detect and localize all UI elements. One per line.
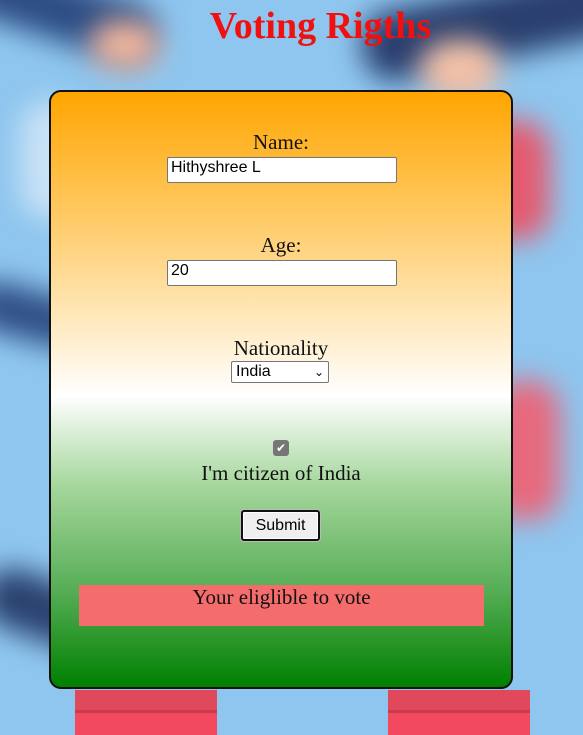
name-input[interactable]: Hithyshree L: [167, 157, 397, 183]
voting-form-card: Name: Hithyshree L Age: 20 Nationality I…: [49, 90, 513, 689]
page-title: Voting Rigths: [209, 5, 432, 47]
checkmark-icon: ✔: [275, 441, 287, 455]
nationality-select[interactable]: India ⌄: [231, 361, 329, 383]
ballot-stand-right: [388, 690, 530, 735]
age-label: Age:: [260, 233, 302, 257]
eligibility-message: Your eliglible to vote: [79, 585, 484, 626]
citizen-checkbox[interactable]: ✔: [273, 440, 289, 456]
citizen-label: I'm citizen of India: [201, 461, 361, 485]
chevron-down-icon: ⌄: [313, 365, 324, 379]
submit-button[interactable]: Submit: [241, 510, 320, 541]
nationality-label: Nationality: [233, 336, 329, 360]
age-input[interactable]: 20: [167, 260, 397, 286]
ballot-stand-left: [75, 690, 217, 735]
nationality-selected-value: India: [236, 363, 271, 380]
name-label: Name:: [253, 130, 309, 154]
